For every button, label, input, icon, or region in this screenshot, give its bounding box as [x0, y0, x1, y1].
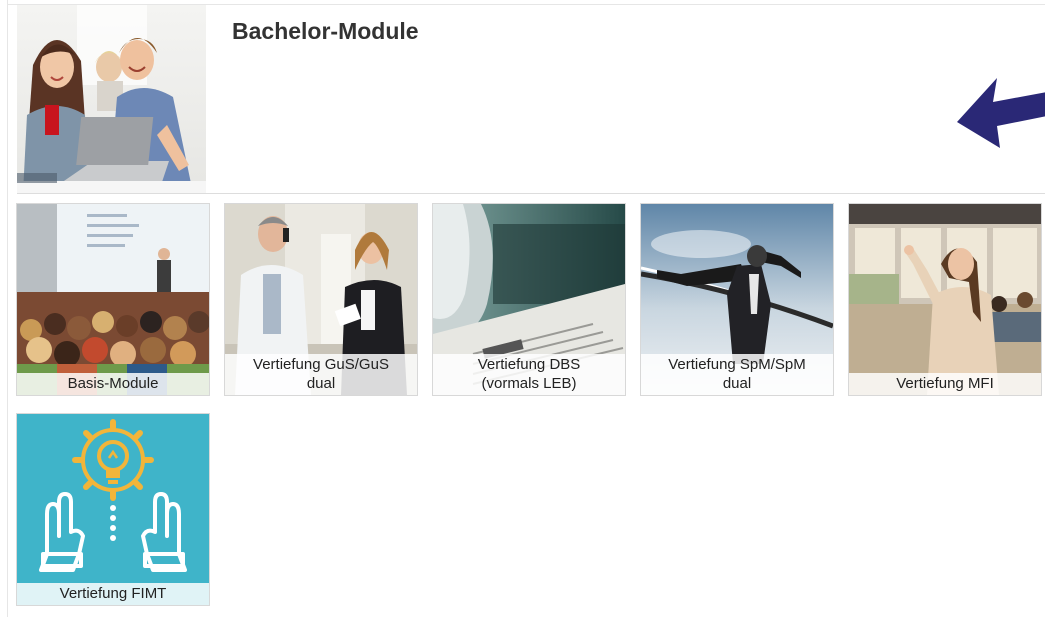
tile-vertiefung-mfi[interactable]: Vertiefung MFI	[849, 204, 1041, 395]
whiteboard-teacher-photo	[849, 204, 1041, 395]
tile-label: Vertiefung GuS/GuS dual	[225, 354, 417, 395]
tile-label: Vertiefung SpM/SpM dual	[641, 354, 833, 395]
tile-label: Vertiefung FIMT	[17, 583, 209, 605]
tile-label: Vertiefung DBS (vormals LEB)	[433, 354, 625, 395]
arrow-pointer-icon	[957, 78, 1045, 148]
page-title: Bachelor-Module	[232, 18, 419, 44]
header-image	[17, 5, 206, 193]
tile-vertiefung-gus[interactable]: Vertiefung GuS/GuS dual	[225, 204, 417, 395]
tile-basis-module[interactable]: Basis-Module	[17, 204, 209, 395]
header-divider	[17, 193, 1045, 194]
tile-label: Basis-Module	[17, 373, 209, 395]
students-laptop-photo	[17, 5, 206, 193]
tile-vertiefung-fimt[interactable]: Vertiefung FIMT	[17, 414, 209, 605]
tile-vertiefung-dbs[interactable]: Vertiefung DBS (vormals LEB)	[433, 204, 625, 395]
left-border	[7, 0, 8, 617]
tile-label: Vertiefung MFI	[849, 373, 1041, 395]
lightbulb-hands-icon	[17, 414, 209, 605]
tile-vertiefung-spm[interactable]: Vertiefung SpM/SpM dual	[641, 204, 833, 395]
lecture-hall-photo	[17, 204, 209, 395]
